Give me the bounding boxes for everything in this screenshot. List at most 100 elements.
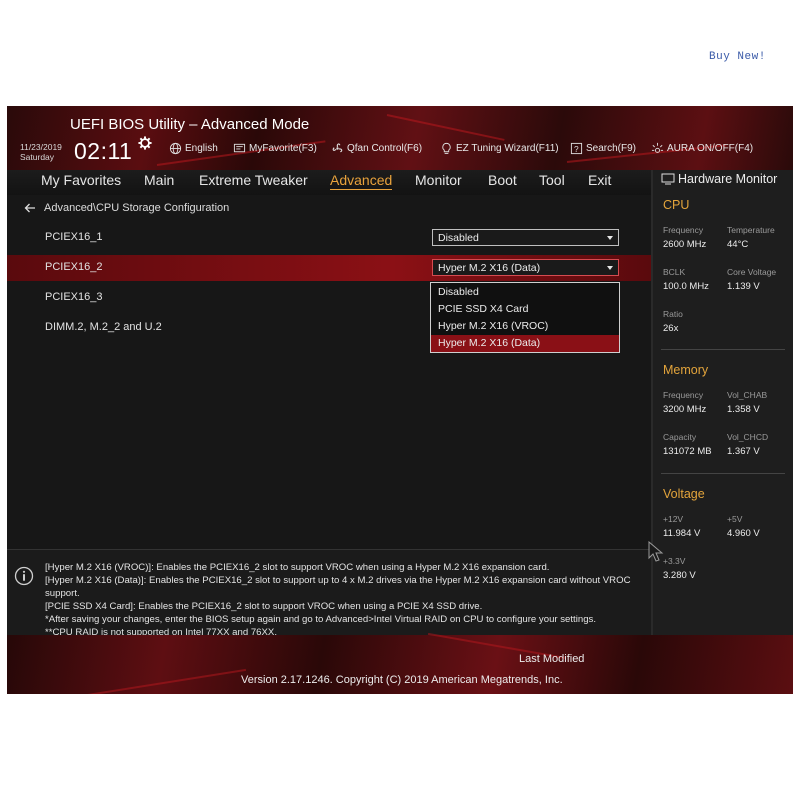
help-text-line: [PCIE SSD X4 Card]: Enables the PCIEX16_…	[45, 601, 483, 612]
pciex16-1-select[interactable]: Disabled	[432, 229, 619, 246]
setting-row-pciex16-1[interactable]: PCIEX16_1 Disabled	[7, 225, 651, 251]
select-value: Hyper M.2 X16 (Data)	[438, 262, 541, 274]
globe-icon	[169, 142, 182, 155]
date-display: 11/23/2019 Saturday	[20, 142, 62, 162]
search-label: Search(F9)	[586, 143, 637, 154]
fan-icon	[332, 143, 343, 153]
pciex16-2-select[interactable]: Hyper M.2 X16 (Data)	[432, 259, 619, 276]
vol-chab-value: 1.358 V	[727, 404, 760, 415]
hardware-monitor-panel: Hardware Monitor CPU Frequency Temperatu…	[651, 170, 793, 635]
buy-new-link[interactable]: Buy New!	[709, 51, 766, 63]
main-tab-bar: My Favorites Main Extreme Tweaker Advanc…	[7, 170, 651, 195]
qfan-control-button[interactable]: Qfan Control(F6)	[331, 142, 422, 155]
last-modified-button[interactable]: Last Modified	[519, 653, 584, 665]
core-voltage-label: Core Voltage	[727, 267, 777, 277]
bclk-value: 100.0 MHz	[663, 281, 709, 292]
version-text: Version 2.17.1246. Copyright (C) 2019 Am…	[241, 674, 563, 686]
cpu-temperature-label: Temperature	[727, 225, 775, 235]
dropdown-menu: Disabled PCIE SSD X4 Card Hyper M.2 X16 …	[430, 282, 620, 353]
day-text: Saturday	[20, 152, 55, 162]
date-text: 11/23/2019	[20, 142, 62, 152]
back-arrow-icon[interactable]	[24, 203, 36, 213]
vol-chab-label: Vol_CHAB	[727, 390, 768, 400]
tab-my-favorites[interactable]: My Favorites	[41, 172, 121, 188]
language-label: English	[185, 143, 218, 154]
select-value: Disabled	[438, 232, 479, 244]
favorite-icon	[233, 143, 246, 153]
memory-frequency-label: Frequency	[663, 390, 704, 400]
search-button[interactable]: ? Search(F9)	[570, 142, 636, 155]
header-bar: UEFI BIOS Utility – Advanced Mode 11/23/…	[7, 106, 793, 170]
qfan-control-label: Qfan Control(F6)	[347, 143, 423, 154]
tab-boot[interactable]: Boot	[488, 172, 517, 188]
dropdown-option-disabled[interactable]: Disabled	[431, 284, 619, 301]
v5-value: 4.960 V	[727, 528, 760, 539]
ez-tuning-wizard-button[interactable]: EZ Tuning Wizard(F11)	[440, 142, 559, 155]
memory-frequency-value: 3200 MHz	[663, 404, 707, 415]
ez-tuning-wizard-label: EZ Tuning Wizard(F11)	[456, 143, 559, 154]
section-divider	[661, 473, 785, 474]
breadcrumb-path: Advanced\CPU Storage Configuration	[44, 202, 230, 214]
aura-toggle-button[interactable]: AURA ON/OFF(F4)	[651, 142, 753, 155]
footer-bar: Last Modified Version 2.17.1246. Copyrig…	[7, 632, 793, 694]
setting-label: DIMM.2, M.2_2 and U.2	[45, 321, 162, 333]
app-title: UEFI BIOS Utility – Advanced Mode	[70, 116, 310, 133]
mouse-cursor-icon	[648, 541, 664, 562]
setting-label: PCIEX16_2	[45, 261, 103, 273]
capacity-value: 131072 MB	[663, 446, 712, 457]
cpu-frequency-value: 2600 MHz	[663, 239, 707, 250]
tab-advanced[interactable]: Advanced	[330, 172, 393, 190]
svg-text:?: ?	[574, 144, 579, 154]
info-icon	[14, 566, 34, 586]
header-decoration	[386, 114, 505, 141]
tab-main[interactable]: Main	[144, 172, 174, 188]
setting-row-pciex16-2[interactable]: PCIEX16_2 Hyper M.2 X16 (Data)	[7, 255, 651, 281]
tab-tool[interactable]: Tool	[539, 172, 565, 188]
bulb-icon	[442, 142, 451, 154]
tab-exit[interactable]: Exit	[588, 172, 611, 188]
hardware-monitor-header[interactable]: Hardware Monitor	[661, 172, 777, 186]
myfavorite-label: MyFavorite(F3)	[249, 143, 317, 154]
ratio-label: Ratio	[663, 309, 683, 319]
section-divider	[661, 349, 785, 350]
dropdown-option-data[interactable]: Hyper M.2 X16 (Data)	[431, 335, 619, 352]
gear-icon[interactable]	[138, 136, 152, 150]
capacity-label: Capacity	[663, 432, 697, 442]
help-text-line: [Hyper M.2 X16 (VROC)]: Enables the PCIE…	[45, 562, 550, 573]
core-voltage-value: 1.139 V	[727, 281, 760, 292]
help-text-line: *After saving your changes, enter the BI…	[45, 614, 596, 625]
cpu-section-heading: CPU	[663, 198, 690, 212]
myfavorite-button[interactable]: MyFavorite(F3)	[233, 142, 317, 155]
cpu-temperature-value: 44°C	[727, 239, 749, 250]
voltage-section-heading: Voltage	[663, 487, 705, 501]
chevron-down-icon	[607, 266, 613, 270]
language-button[interactable]: English	[169, 142, 218, 155]
bios-window: UEFI BIOS Utility – Advanced Mode 11/23/…	[7, 106, 793, 694]
memory-section-heading: Memory	[663, 363, 709, 377]
ratio-value: 26x	[663, 323, 679, 334]
aura-label: AURA ON/OFF(F4)	[667, 143, 754, 154]
v12-value: 11.984 V	[663, 528, 701, 539]
bclk-label: BCLK	[663, 267, 686, 277]
cpu-frequency-label: Frequency	[663, 225, 704, 235]
setting-label: PCIEX16_1	[45, 231, 103, 243]
setting-label: PCIEX16_3	[45, 291, 103, 303]
aura-icon	[651, 142, 664, 153]
tab-extreme-tweaker[interactable]: Extreme Tweaker	[199, 172, 308, 188]
dropdown-option-vroc[interactable]: Hyper M.2 X16 (VROC)	[431, 318, 619, 335]
chevron-down-icon	[607, 236, 613, 240]
help-text-line: [Hyper M.2 X16 (Data)]: Enables the PCIE…	[45, 575, 631, 586]
vol-chcd-value: 1.367 V	[727, 446, 760, 457]
v33-value: 3.280 V	[663, 570, 696, 581]
settings-panel: Advanced\CPU Storage Configuration PCIEX…	[7, 195, 651, 549]
dropdown-option-pcie-ssd[interactable]: PCIE SSD X4 Card	[431, 301, 619, 318]
breadcrumb[interactable]: Advanced\CPU Storage Configuration	[24, 202, 229, 214]
hardware-monitor-title: Hardware Monitor	[678, 172, 778, 186]
clock-display: 02:11	[74, 138, 133, 164]
help-text-line: support.	[45, 588, 80, 599]
tab-monitor[interactable]: Monitor	[415, 172, 462, 188]
v5-label: +5V	[727, 514, 743, 524]
footer-decoration	[67, 668, 247, 694]
help-panel: [Hyper M.2 X16 (VROC)]: Enables the PCIE…	[7, 549, 651, 638]
v12-label: +12V	[663, 514, 684, 524]
